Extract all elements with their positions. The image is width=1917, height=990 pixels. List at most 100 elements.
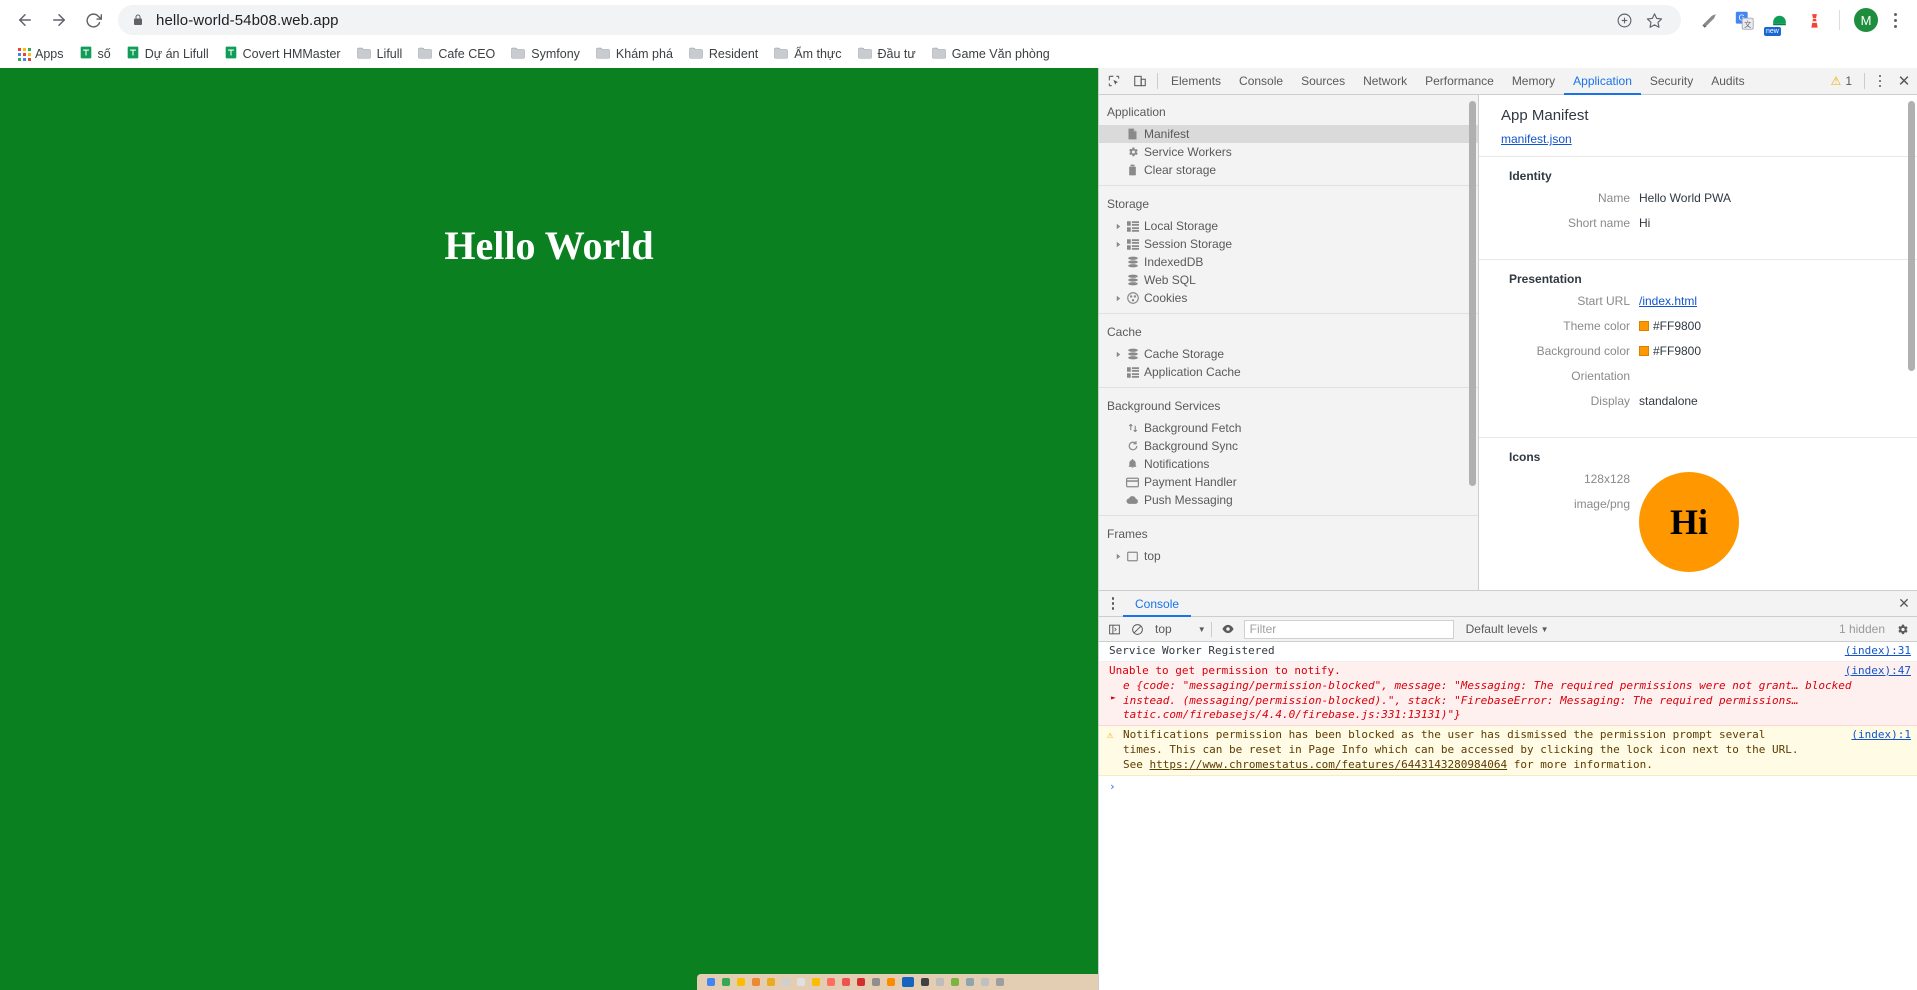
console-message-text: Unable to get permission to notify. [1109,663,1341,677]
console-message-source[interactable]: (index):47 [1845,664,1911,679]
tab-console[interactable]: Console [1230,68,1292,95]
sidebar-item-session-storage[interactable]: Session Storage [1099,235,1478,253]
tab-security[interactable]: Security [1641,68,1702,95]
console-message-link[interactable]: https://www.chromestatus.com/features/64… [1150,758,1508,771]
chevron-right-icon[interactable] [1113,295,1124,302]
log-levels-selector[interactable]: Default levels ▼ [1466,622,1549,636]
sidebar-group-background-services: Background Services Background Fetch Backg… [1099,394,1478,516]
bookmark-item-ẩm-thực[interactable]: Ẩm thực [766,44,849,65]
chevron-right-icon[interactable] [1113,351,1124,358]
chevron-right-icon[interactable] [1113,223,1124,230]
forward-arrow-icon[interactable] [42,3,76,37]
warning-badge[interactable]: ⚠ 1 [1831,74,1860,88]
url-input[interactable] [156,11,1607,29]
console-message-source[interactable]: (index):31 [1845,644,1911,659]
manifest-value: #FF9800 [1653,344,1702,358]
bookmark-label: Khám phá [615,47,673,61]
lighthouse-icon[interactable] [1799,5,1829,35]
star-icon[interactable] [1641,7,1667,33]
manifest-scrollbar[interactable] [1908,101,1915,371]
sidebar-scrollbar[interactable] [1469,101,1476,486]
browser-menu-icon[interactable] [1881,12,1909,28]
install-app-icon[interactable] [1611,7,1637,33]
tab-performance[interactable]: Performance [1416,68,1503,95]
sidebar-item-notifications[interactable]: Notifications [1099,455,1478,473]
close-icon[interactable]: ✕ [1891,68,1917,94]
expand-arrow-icon[interactable]: ► [1111,693,1116,704]
execution-context-value: top [1155,622,1172,636]
more-options-icon[interactable] [1869,74,1891,88]
sidebar-item-local-storage[interactable]: Local Storage [1099,217,1478,235]
manifest-value-cell: Hello World PWA [1639,191,1731,205]
console-sidebar-icon[interactable] [1103,618,1126,641]
console-prompt[interactable]: › [1099,776,1917,799]
sidebar-item-service-workers[interactable]: Service Workers [1099,143,1478,161]
sidebar-item-top[interactable]: top [1099,547,1478,565]
console-messages[interactable]: Service Worker Registered (index):31 Unabl… [1099,642,1917,990]
folder-icon [511,47,525,62]
drawer-close-icon[interactable]: ✕ [1891,591,1917,617]
execution-context-selector[interactable]: top ▼ [1155,622,1206,636]
back-arrow-icon[interactable] [8,3,42,37]
console-message-source[interactable]: (index):1 [1851,728,1911,743]
page-viewport: Hello World [0,68,1098,990]
chevron-right-icon[interactable] [1113,553,1124,560]
sidebar-item-payment-handler[interactable]: Payment Handler [1099,473,1478,491]
google-translate-icon[interactable]: G文 [1729,5,1759,35]
extension-green-icon[interactable]: new [1764,5,1794,36]
tab-application[interactable]: Application [1564,68,1641,95]
manifest-value-link[interactable]: /index.html [1639,294,1697,308]
os-taskbar[interactable] [697,974,1098,990]
bookmark-item-cafe-ceo[interactable]: Cafe CEO [410,44,503,65]
manifest-file-link[interactable]: manifest.json [1501,132,1572,146]
bookmark-item-apps[interactable]: Apps [10,44,72,64]
sidebar-item-manifest[interactable]: Manifest [1099,125,1478,143]
avatar[interactable]: M [1851,5,1881,35]
bookmark-item-game-văn-phòng[interactable]: Game Văn phòng [924,44,1058,65]
inspect-element-icon[interactable] [1101,68,1127,94]
bookmark-item-dự-án-lifull[interactable]: Dự án Lifull [119,43,217,65]
sidebar-item-push-messaging[interactable]: Push Messaging [1099,491,1478,509]
tab-sources[interactable]: Sources [1292,68,1354,95]
sidebar-item-background-sync[interactable]: Background Sync [1099,437,1478,455]
sidebar-item-background-fetch[interactable]: Background Fetch [1099,419,1478,437]
sidebar-item-label: Web SQL [1144,273,1196,287]
reload-icon[interactable] [76,3,110,37]
clear-console-icon[interactable] [1126,618,1149,641]
tab-audits[interactable]: Audits [1702,68,1753,95]
bookmark-item-đầu-tư[interactable]: Đầu tư [850,44,924,65]
sidebar-item-label: Background Fetch [1144,421,1242,435]
document-icon [1124,128,1141,140]
bookmark-label: Game Văn phòng [951,47,1050,61]
icon-size: 128x128 [1583,472,1630,486]
sidebar-item-cookies[interactable]: Cookies [1099,289,1478,307]
sidebar-item-clear-storage[interactable]: Clear storage [1099,161,1478,179]
bookmark-item-lifull[interactable]: Lifull [349,44,411,65]
tab-elements[interactable]: Elements [1162,68,1230,95]
tab-console[interactable]: Console [1123,591,1191,617]
extension-dart-icon[interactable] [1694,5,1724,35]
chevron-right-icon[interactable] [1113,241,1124,248]
sidebar-item-application-cache[interactable]: Application Cache [1099,363,1478,381]
sidebar-item-cache-storage[interactable]: Cache Storage [1099,345,1478,363]
live-expression-icon[interactable] [1217,618,1240,641]
address-bar[interactable] [118,5,1681,35]
device-toolbar-icon[interactable] [1127,68,1153,94]
bookmark-item-covert-hmmaster[interactable]: Covert HMMaster [217,43,349,65]
sidebar-item-web-sql[interactable]: Web SQL [1099,271,1478,289]
bookmark-item-khám-phá[interactable]: Khám phá [588,44,681,65]
drawer-more-options-icon[interactable] [1103,597,1123,610]
bookmark-item-số[interactable]: số [72,43,119,65]
settings-gear-icon[interactable] [1891,618,1913,640]
toolbar-divider [1839,10,1840,30]
bookmark-item-resident[interactable]: Resident [681,44,766,65]
bookmark-label: Lifull [376,47,403,61]
tab-network[interactable]: Network [1354,68,1416,95]
tab-memory[interactable]: Memory [1503,68,1564,95]
database-icon [1124,256,1141,268]
sidebar-item-indexeddb[interactable]: IndexedDB [1099,253,1478,271]
console-filter-input[interactable] [1243,619,1454,639]
console-error-detail[interactable]: ► e {code: "messaging/permission-blocked"… [1109,679,1911,724]
sidebar-item-label: Push Messaging [1144,493,1233,507]
bookmark-item-symfony[interactable]: Symfony [503,44,588,65]
